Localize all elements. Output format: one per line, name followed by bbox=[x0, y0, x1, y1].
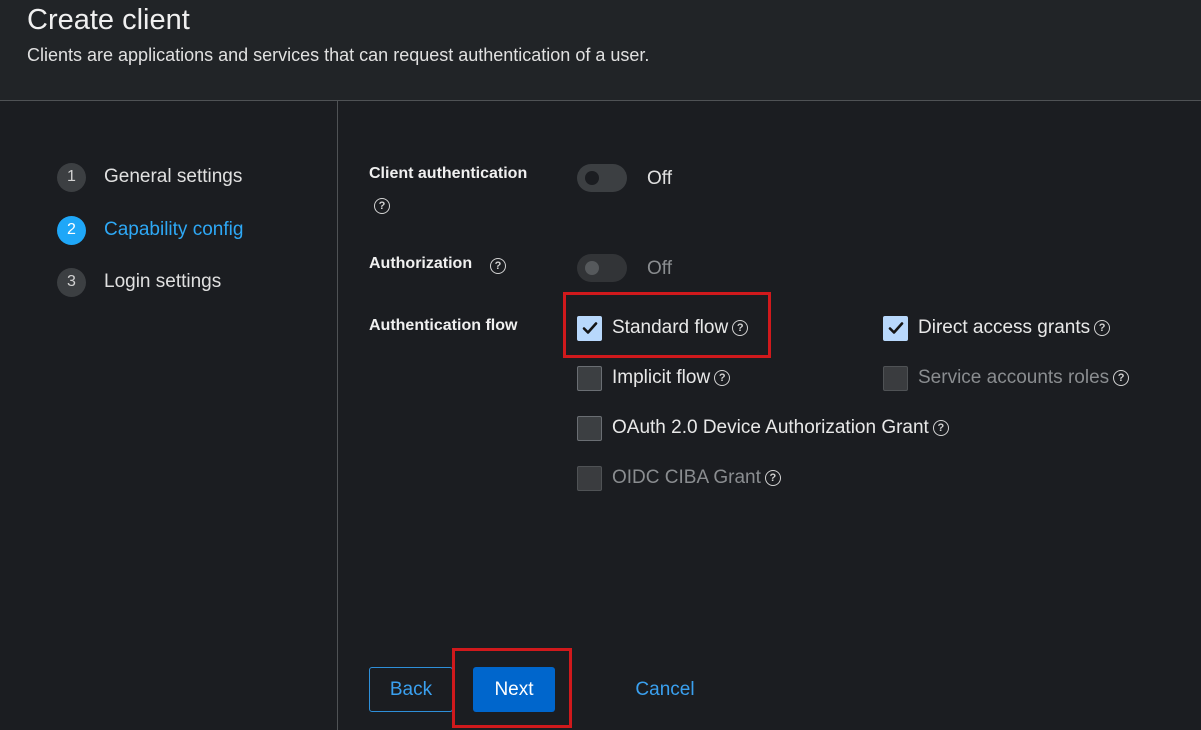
help-icon[interactable]: ? bbox=[1094, 320, 1111, 336]
step-number: 3 bbox=[57, 267, 86, 297]
standard-flow-checkbox[interactable]: Standard flow ? bbox=[577, 314, 749, 342]
help-icon[interactable]: ? bbox=[764, 470, 781, 486]
checkbox-box[interactable] bbox=[883, 315, 908, 341]
checkbox-box[interactable] bbox=[577, 415, 602, 441]
switch-knob bbox=[585, 171, 599, 185]
service-accounts-roles-checkbox[interactable]: Service accounts roles ? bbox=[883, 364, 1130, 392]
help-icon[interactable]: ? bbox=[1113, 370, 1130, 386]
checkbox-box[interactable] bbox=[577, 315, 602, 341]
page-header: Create client Clients are applications a… bbox=[0, 0, 1201, 101]
client-authentication-switch[interactable] bbox=[577, 164, 627, 192]
step-number: 1 bbox=[57, 162, 86, 192]
cancel-button[interactable]: Cancel bbox=[620, 667, 710, 712]
page-description: Clients are applications and services th… bbox=[27, 45, 650, 65]
step-label: Login settings bbox=[104, 271, 222, 292]
check-icon bbox=[888, 322, 903, 334]
checkbox-label: Standard flow bbox=[612, 317, 729, 338]
authentication-flow-label: Authentication flow bbox=[369, 317, 518, 334]
checkbox-label: Service accounts roles bbox=[918, 367, 1110, 388]
oidc-ciba-grant-checkbox[interactable]: OIDC CIBA Grant ? bbox=[577, 464, 781, 492]
switch-knob bbox=[585, 261, 599, 275]
client-authentication-state: Off bbox=[647, 168, 672, 189]
page-title: Create client bbox=[27, 4, 190, 36]
help-icon[interactable]: ? bbox=[714, 370, 731, 386]
checkbox-label: OAuth 2.0 Device Authorization Grant bbox=[612, 417, 929, 438]
step-label: General settings bbox=[104, 166, 243, 187]
checkbox-box[interactable] bbox=[577, 465, 602, 491]
wizard-step-login-settings[interactable]: 3 Login settings bbox=[57, 267, 221, 297]
step-label: Capability config bbox=[104, 219, 244, 240]
authorization-state: Off bbox=[647, 258, 672, 279]
checkbox-box[interactable] bbox=[577, 365, 602, 391]
checkbox-box[interactable] bbox=[883, 365, 908, 391]
wizard-step-capability-config[interactable]: 2 Capability config bbox=[57, 215, 243, 245]
help-icon[interactable]: ? bbox=[932, 420, 949, 436]
help-icon[interactable]: ? bbox=[490, 258, 506, 274]
implicit-flow-checkbox[interactable]: Implicit flow ? bbox=[577, 364, 731, 392]
step-number: 2 bbox=[57, 215, 86, 245]
authorization-label: Authorization bbox=[369, 255, 473, 272]
checkbox-label: Implicit flow bbox=[612, 367, 711, 388]
client-authentication-label: Client authentication bbox=[369, 165, 528, 182]
wizard-step-general-settings[interactable]: 1 General settings bbox=[57, 162, 242, 192]
wizard-nav bbox=[0, 101, 338, 730]
authorization-switch[interactable] bbox=[577, 254, 627, 282]
back-button[interactable]: Back bbox=[369, 667, 453, 712]
oauth-device-authorization-grant-checkbox[interactable]: OAuth 2.0 Device Authorization Grant ? bbox=[577, 414, 949, 442]
help-icon[interactable]: ? bbox=[374, 198, 390, 214]
checkbox-label: OIDC CIBA Grant bbox=[612, 467, 761, 488]
next-button[interactable]: Next bbox=[473, 667, 555, 712]
help-icon[interactable]: ? bbox=[732, 320, 749, 336]
direct-access-grants-checkbox[interactable]: Direct access grants ? bbox=[883, 314, 1111, 342]
check-icon bbox=[582, 322, 597, 334]
checkbox-label: Direct access grants bbox=[918, 317, 1091, 338]
